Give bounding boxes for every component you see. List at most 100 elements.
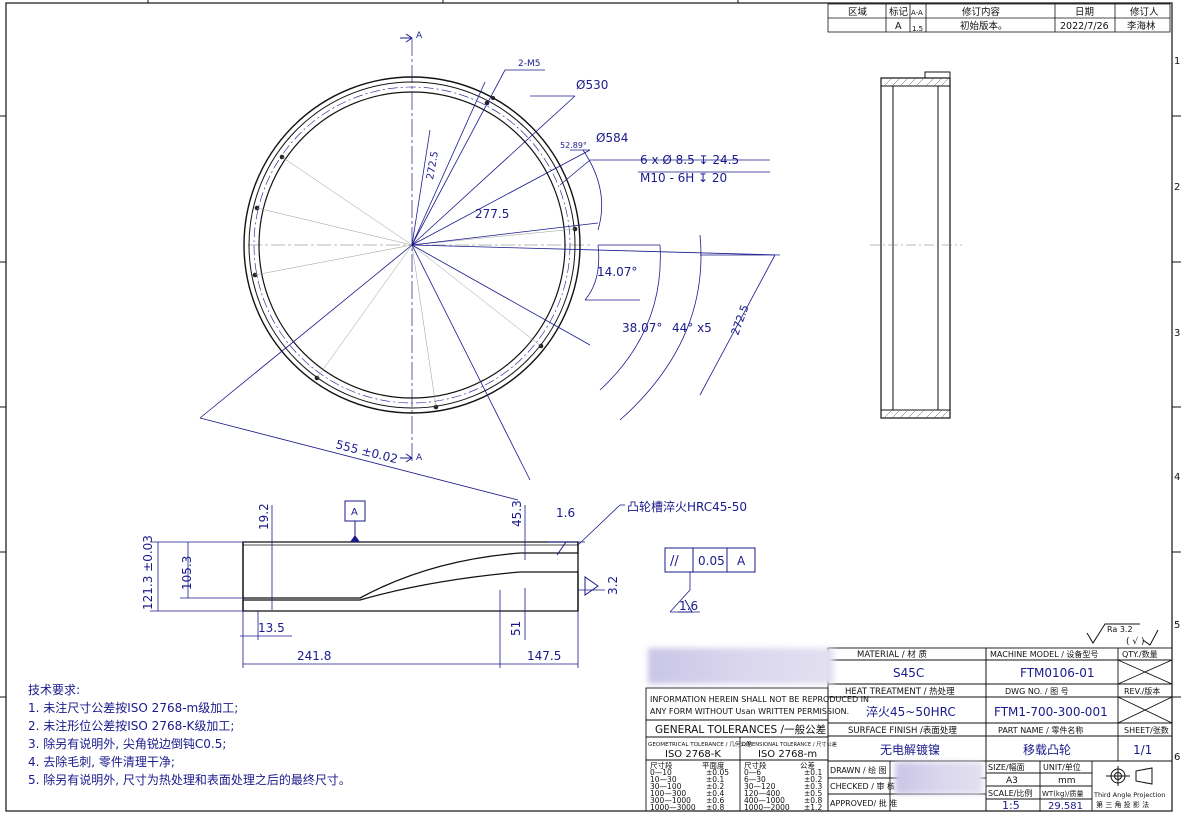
dim-w-241: 241.8 <box>297 649 331 663</box>
radial-lines <box>254 156 576 408</box>
border-number: 6 <box>1174 752 1180 763</box>
rev-label: REV./版本 <box>1124 686 1160 696</box>
tech-item: 1. 未注尺寸公差按ISO 2768-m级加工; <box>28 700 238 715</box>
dim-dia-outer: Ø584 <box>596 131 628 145</box>
part-label: PART NAME / 零件名称 <box>998 725 1083 735</box>
geo-tol-value: ISO 2768-K <box>665 749 721 760</box>
notice-line2: ANY FORM WITHOUT Usan WRITTEN PERMISSION… <box>650 707 849 716</box>
blurred-logo <box>648 648 834 684</box>
approved-label: APPROVED/ 批 准 <box>830 798 897 808</box>
surface-rough-text: Ra 3.2 <box>1107 625 1133 634</box>
tolerance-datum: A <box>737 554 746 568</box>
blurred-names <box>895 762 983 794</box>
rough-bottom-value: 1.6 <box>679 599 698 613</box>
tech-item: 3. 除另有说明外, 尖角锐边倒钝C0.5; <box>28 736 226 751</box>
dim-w-147: 147.5 <box>527 649 561 663</box>
section-view: A // 0.05 A 19.2 45.3 121.3 ±0.03 105.3 … <box>141 499 756 668</box>
dim-angle-small: 52.89° <box>560 141 587 150</box>
rough-triangle-side <box>584 576 599 596</box>
surface-label: SURFACE FINISH /表面处理 <box>848 725 957 736</box>
dim-radius-b: 277.5 <box>475 207 509 221</box>
unit-value: mm <box>1058 776 1076 786</box>
rev-header-author: 修订人 <box>1130 6 1159 18</box>
rev-header-ref: A-A <box>911 9 923 17</box>
sheet-frame <box>5 2 1173 812</box>
dim-angle-2: 38.07° <box>622 321 662 335</box>
dim-h-51: 51 <box>509 621 523 636</box>
dim-row: ±1.2 <box>804 803 822 812</box>
surface-value: 无电解镀镍 <box>880 743 940 757</box>
projection-symbol <box>1106 766 1153 786</box>
geo-tol-label: GEOMETRICAL TOLERANCE / 几何公差 <box>648 740 752 748</box>
note-hardening: 凸轮槽淬火HRC45-50 <box>627 499 747 514</box>
front-view: A A 2-M5 Ø530 Ø584 52.89° 6 x Ø 8.5 ↧ 24… <box>199 31 781 501</box>
heat-label: HEAT TREATMENT / 热处理 <box>845 686 955 697</box>
rev-header-zone: 区域 <box>848 6 868 18</box>
border-number: 1 <box>1174 56 1180 67</box>
rev-author: 李海林 <box>1127 20 1156 32</box>
dwg-label: DWG NO. / 图 号 <box>1005 687 1069 696</box>
material-value: S45C <box>893 666 924 680</box>
part-value: 移载凸轮 <box>1023 743 1071 757</box>
rev-header-mark: 标记 <box>889 6 909 18</box>
size-value: A3 <box>1006 776 1018 786</box>
flat-row: ±0.8 <box>706 803 724 812</box>
surface-finish-symbol: Ra 3.2 ( √ ) <box>1086 623 1159 647</box>
general-tolerances: GENERAL TOLERANCES /一般公差 <box>655 723 826 736</box>
qty-label: QTY./数量 <box>1122 649 1158 659</box>
size-label: SIZE/幅面 <box>988 762 1025 772</box>
scale-value: 1:5 <box>1002 799 1020 812</box>
dim-total-span: 555 ±0.02 <box>334 437 399 466</box>
dim-radius-a: 272.5 <box>425 150 441 180</box>
datum-label: A <box>351 507 358 518</box>
dim-angle-3: 44° x5 <box>672 321 712 335</box>
drawing-sheet: 1 2 3 4 5 6 区域 标记 A-A 修订内容 日期 修订人 A 1.5 … <box>0 0 1181 812</box>
rev-content: 初始版本。 <box>960 20 1008 32</box>
dwg-value: FTM1-700-300-001 <box>994 705 1108 719</box>
side-view-hatch <box>883 77 950 419</box>
section-label-top: A <box>416 31 423 41</box>
dim-holes-line1: 6 x Ø 8.5 ↧ 24.5 <box>640 153 739 167</box>
dim-table: 尺寸段 公差 0—6 ±0.1 6—30 ±0.2 30—120 ±0.3 12… <box>744 760 822 812</box>
flat-row: 1000—3000 <box>650 803 696 812</box>
rev-header-content: 修订内容 <box>962 6 1001 18</box>
tech-title: 技术要求: <box>28 683 80 697</box>
material-label: MATERIAL / 材 质 <box>857 649 927 660</box>
dim-holes-line2: M10 - 6H ↧ 20 <box>640 171 727 185</box>
dim-h-13: 13.5 <box>258 621 285 635</box>
front-dimension-lines <box>199 69 781 501</box>
projection-cn: 第 三 角 投 影 法 <box>1096 800 1149 809</box>
rev-mark: A <box>895 21 902 32</box>
rev-date: 2022/7/26 <box>1060 21 1109 32</box>
drawn-label: DRAWN / 绘 图 <box>830 765 887 775</box>
revision-text: 区域 标记 A-A 修订内容 日期 修订人 A 1.5 初始版本。 2022/7… <box>848 6 1159 33</box>
dim-h-105: 105.3 <box>180 556 194 590</box>
dim-row: 1000—2000 <box>744 803 790 812</box>
scale-label: SCALE/比例 <box>988 788 1032 798</box>
flat-table: 尺寸段 平面度 0—10 ±0.05 10—30 ±0.1 30—100 ±0.… <box>650 760 729 812</box>
tech-item: 5. 除另有说明外, 尺寸为热处理和表面处理之后的最终尺寸。 <box>28 772 351 787</box>
weight-label: WT(kg)/质量 <box>1042 789 1084 798</box>
unit-label: UNIT/单位 <box>1043 762 1081 772</box>
border-number: 3 <box>1174 328 1180 339</box>
dim-h-121: 121.3 ±0.03 <box>141 535 155 610</box>
border-number: 4 <box>1174 472 1180 483</box>
weight-value: 29.581 <box>1048 801 1083 812</box>
dim-h-45: 45.3 <box>510 500 524 527</box>
rough-side-value: 3.2 <box>606 576 620 595</box>
dim-dia-inner: Ø530 <box>576 78 608 92</box>
dim-h-19: 19.2 <box>257 503 271 530</box>
sheet-value: 1/1 <box>1133 743 1152 757</box>
dim-thread-small: 2-M5 <box>518 59 540 69</box>
border-numbers: 1 2 3 4 5 6 <box>1174 56 1180 763</box>
dim-radius-c: 272.5 <box>729 303 752 337</box>
tolerance-symbol: // <box>670 554 679 569</box>
heat-value: 淬火45~50HRC <box>866 704 956 719</box>
rev-header-date: 日期 <box>1075 7 1094 18</box>
border-number: 5 <box>1174 620 1180 631</box>
machine-value: FTM0106-01 <box>1020 666 1095 680</box>
dim-angle-1: 14.07° <box>597 265 637 279</box>
tech-requirements: 技术要求: 1. 未注尺寸公差按ISO 2768-m级加工; 2. 未注形位公差… <box>28 683 351 787</box>
front-dimension-texts: 2-M5 Ø530 Ø584 52.89° 6 x Ø 8.5 ↧ 24.5 M… <box>334 59 751 466</box>
border-ticks <box>0 0 1181 698</box>
